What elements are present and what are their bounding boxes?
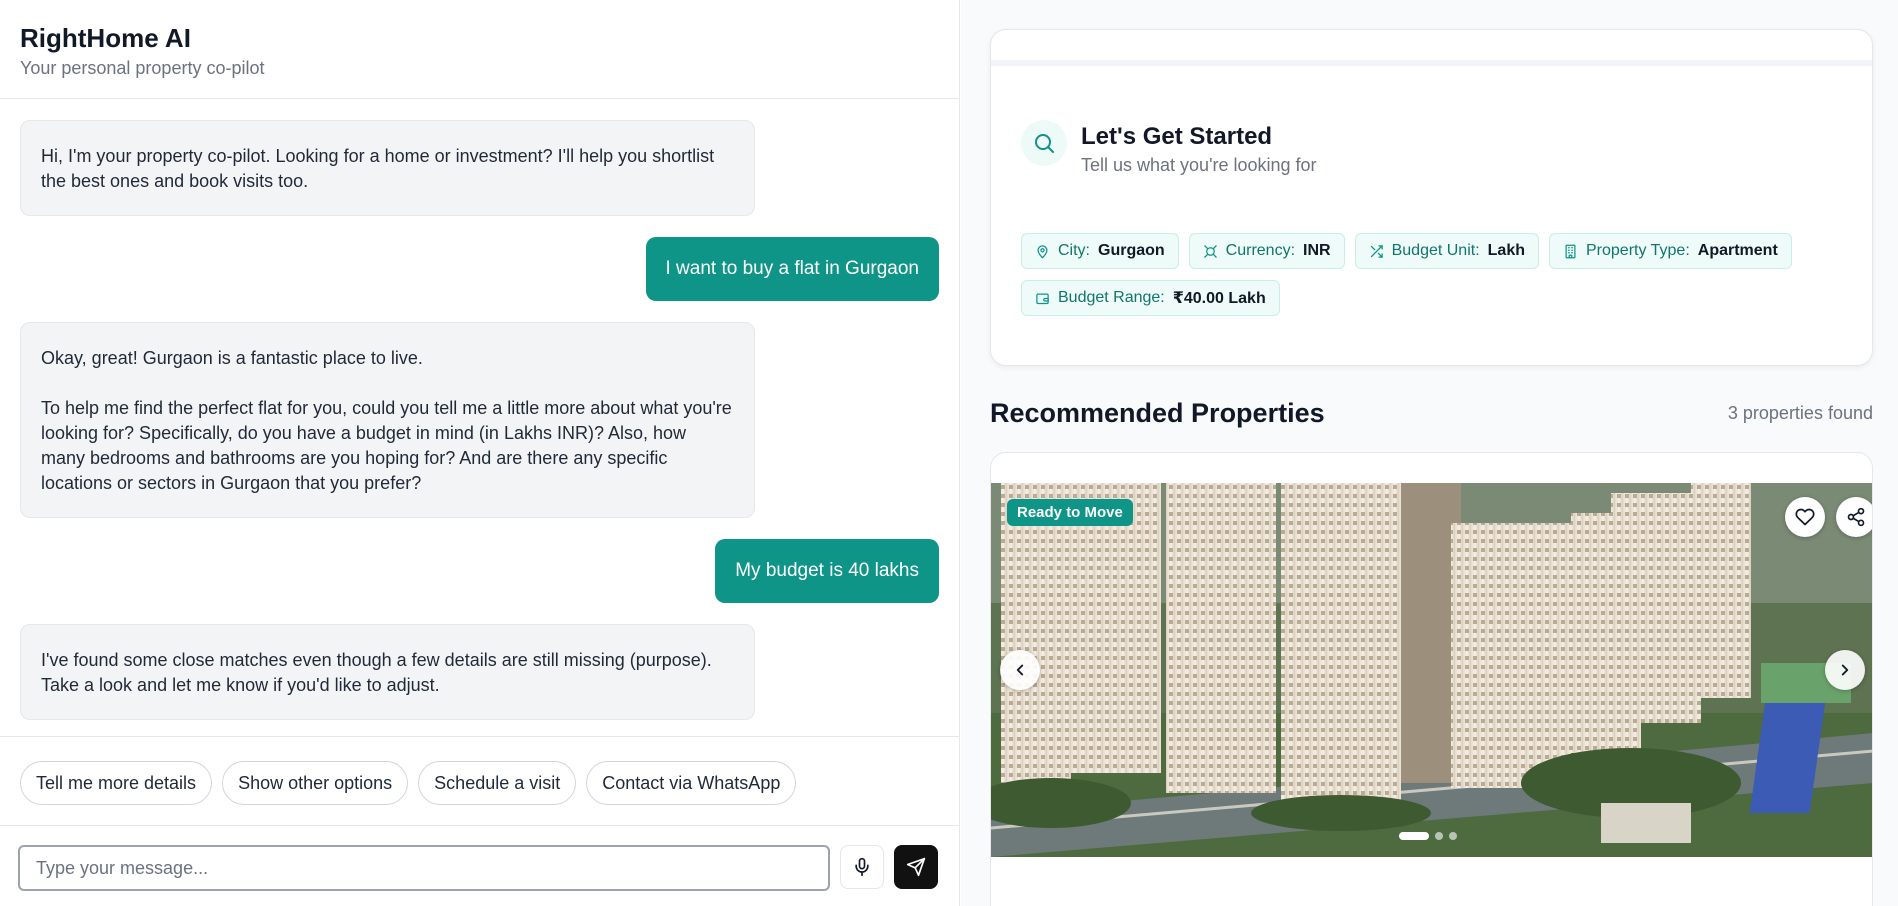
preferences-title: Let's Get Started: [1081, 123, 1273, 150]
filter-value: ₹40.00 Lakh: [1172, 290, 1266, 307]
pagination-dot[interactable]: [1449, 832, 1457, 840]
filter-value: Gurgaon: [1098, 242, 1165, 259]
filter-label: Budget Unit:: [1391, 242, 1480, 259]
microphone-button[interactable]: [840, 845, 884, 889]
results-count: 3 properties found: [1727, 403, 1873, 423]
app-title: RightHome AI: [20, 23, 191, 53]
property-image[interactable]: Ready to Move: [991, 483, 1872, 857]
suggestion-schedule-visit-button[interactable]: Schedule a visit: [418, 761, 577, 805]
search-icon: [1035, 134, 1054, 153]
chat-panel: RightHome AI Your personal property co-p…: [0, 0, 960, 906]
favorite-button[interactable]: [1785, 497, 1825, 537]
send-icon: [906, 857, 926, 877]
pagination-dot[interactable]: [1435, 832, 1443, 840]
send-button[interactable]: [894, 845, 938, 889]
app-subtitle: Your personal property co-pilot: [20, 58, 265, 78]
currency-icon: [1203, 244, 1217, 258]
next-image-button[interactable]: [1825, 650, 1865, 690]
message-row: I've found some close matches even thoug…: [20, 624, 939, 720]
user-message: I want to buy a flat in Gurgaon: [645, 237, 939, 301]
chevron-left-icon: [1016, 664, 1024, 676]
filter-budget-unit[interactable]: Budget Unit: Lakh: [1354, 233, 1539, 269]
suggestion-whatsapp-button[interactable]: Contact via WhatsApp: [586, 761, 797, 805]
search-icon-wrap: [1021, 120, 1067, 166]
filter-label: Currency:: [1225, 242, 1296, 259]
filter-chips: City: Gurgaon Currency: INR Budget Unit:…: [1021, 233, 1821, 316]
suggestion-tell-more-button[interactable]: Tell me more details: [20, 761, 213, 805]
map-pin-icon: [1037, 244, 1048, 258]
preferences-card: Let's Get Started Tell us what you're lo…: [990, 29, 1873, 366]
message-row: Okay, great! Gurgaon is a fantastic plac…: [20, 322, 939, 518]
preferences-header: Let's Get Started Tell us what you're lo…: [1021, 118, 1317, 178]
heart-icon: [1795, 508, 1815, 526]
share-button[interactable]: [1836, 497, 1872, 537]
suggestion-chips: Tell me more details Show other options …: [0, 736, 959, 826]
share-icon: [1847, 507, 1865, 527]
building-icon: [1565, 244, 1576, 258]
shuffle-icon: [1370, 244, 1383, 258]
composer: [0, 827, 959, 906]
results-panel[interactable]: Let's Get Started Tell us what you're lo…: [961, 0, 1898, 906]
user-message: My budget is 40 lakhs: [715, 539, 939, 603]
filter-label: City:: [1058, 242, 1090, 259]
filter-value: INR: [1303, 242, 1331, 259]
property-photo: [991, 483, 1872, 857]
microphone-icon: [855, 857, 869, 877]
message-list[interactable]: Hi, I'm your property co-pilot. Looking …: [0, 100, 959, 736]
status-badge: Ready to Move: [1007, 499, 1133, 526]
chevron-right-icon: [1841, 664, 1849, 676]
message-paragraph: To help me find the perfect flat for you…: [41, 398, 732, 493]
image-pagination: [1399, 832, 1457, 840]
assistant-message: Hi, I'm your property co-pilot. Looking …: [20, 120, 755, 216]
filter-city[interactable]: City: Gurgaon: [1021, 233, 1179, 269]
wallet-icon: [1036, 293, 1049, 304]
filter-label: Budget Range:: [1058, 289, 1165, 306]
message-row: My budget is 40 lakhs: [20, 539, 939, 603]
filter-currency[interactable]: Currency: INR: [1188, 233, 1345, 269]
filter-value: Apartment: [1697, 242, 1778, 259]
message-row: I want to buy a flat in Gurgaon: [20, 237, 939, 301]
recommended-header: Recommended Properties 3 properties foun…: [990, 398, 1873, 429]
preferences-subtitle: Tell us what you're looking for: [1081, 155, 1317, 175]
message-input[interactable]: [18, 845, 830, 891]
property-card[interactable]: Ready to Move: [990, 452, 1873, 906]
filter-budget-range[interactable]: Budget Range: ₹40.00 Lakh: [1021, 280, 1280, 316]
filter-value: Lakh: [1487, 242, 1525, 259]
chat-header: RightHome AI Your personal property co-p…: [0, 0, 959, 99]
filter-label: Property Type:: [1586, 242, 1690, 259]
assistant-message: Okay, great! Gurgaon is a fantastic plac…: [20, 322, 755, 518]
recommended-title: Recommended Properties: [990, 398, 1325, 428]
pagination-dot[interactable]: [1399, 832, 1429, 840]
card-divider: [991, 60, 1872, 66]
message-row: Hi, I'm your property co-pilot. Looking …: [20, 120, 939, 216]
previous-image-button[interactable]: [1000, 650, 1040, 690]
suggestion-other-options-button[interactable]: Show other options: [222, 761, 409, 805]
message-paragraph: Okay, great! Gurgaon is a fantastic plac…: [41, 348, 423, 368]
filter-property-type[interactable]: Property Type: Apartment: [1549, 233, 1792, 269]
assistant-message: I've found some close matches even thoug…: [20, 624, 755, 720]
